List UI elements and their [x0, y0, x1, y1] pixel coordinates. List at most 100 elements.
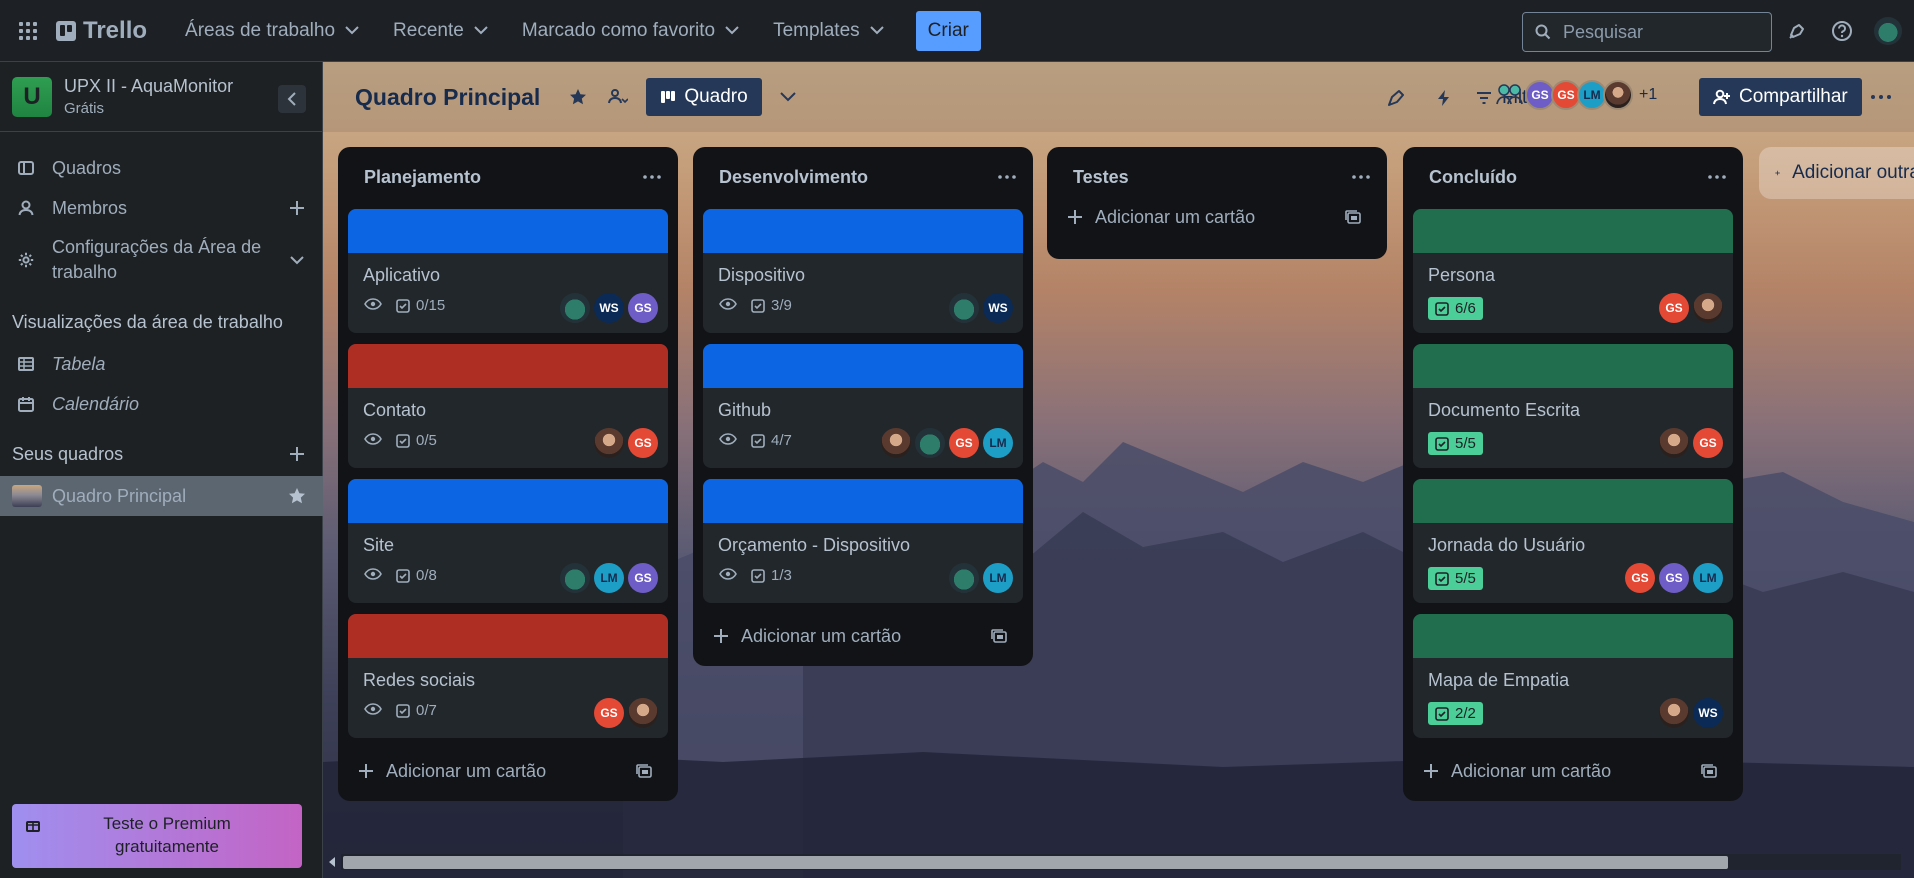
chevron-down-icon[interactable] [287, 250, 307, 270]
member-avatar-ws[interactable]: WS [594, 293, 624, 323]
member-avatar-gs2[interactable]: GS [1625, 563, 1655, 593]
member-avatar-photo[interactable] [1603, 80, 1633, 110]
create-from-template-icon[interactable] [1345, 208, 1363, 226]
add-card-button[interactable]: Adicionar um cartão [1413, 753, 1733, 789]
member-avatar-gs[interactable]: GS [1659, 563, 1689, 593]
search-input[interactable]: Pesquisar [1522, 12, 1772, 52]
member-avatar-photo[interactable] [881, 428, 911, 458]
sidebar-item-workspace-settings[interactable]: Configurações da Área de trabalho [0, 232, 323, 288]
member-avatar-gs[interactable]: GS [628, 563, 658, 593]
list-menu-more-icon[interactable] [640, 165, 664, 189]
card-mapa-de-empatia[interactable]: Mapa de Empatia 2/2 WS [1413, 614, 1733, 738]
board-menu-more-icon[interactable] [1865, 81, 1897, 113]
notifications-bell-icon[interactable] [1785, 19, 1809, 43]
views-chevron-down-icon[interactable] [772, 81, 804, 113]
add-card-button[interactable]: Adicionar um cartão [348, 753, 668, 789]
create-from-template-icon[interactable] [991, 627, 1009, 645]
try-premium-button[interactable]: Teste o Premium gratuitamente [12, 804, 302, 868]
card-github[interactable]: Github 4/7 GS LM [703, 344, 1023, 468]
board-title[interactable]: Quadro Principal [355, 84, 540, 111]
account-avatar[interactable] [1874, 17, 1902, 45]
member-avatar-gs2[interactable]: GS [949, 428, 979, 458]
member-avatar-frog[interactable] [949, 563, 979, 593]
list-title[interactable]: Concluído [1429, 167, 1517, 188]
member-avatar-photo[interactable] [1659, 698, 1689, 728]
sidebar-item-label: Configurações da Área de trabalho [52, 236, 262, 282]
star-board-icon[interactable] [562, 81, 594, 113]
card-jornada-do-usuario[interactable]: Jornada do Usuário 5/5 GS GS LM [1413, 479, 1733, 603]
member-avatar-frog[interactable] [949, 293, 979, 323]
power-ups-rocket-icon[interactable] [1380, 82, 1412, 114]
list-menu-more-icon[interactable] [995, 165, 1019, 189]
member-avatar-lm[interactable]: LM [983, 563, 1013, 593]
member-avatar-lm[interactable]: LM [594, 563, 624, 593]
list-testes[interactable]: Testes Adicionar um cartão [1047, 147, 1387, 259]
help-icon[interactable] [1830, 19, 1854, 43]
member-avatar-photo[interactable] [1659, 428, 1689, 458]
card-contato[interactable]: Contato 0/5 GS [348, 344, 668, 468]
card-persona[interactable]: Persona 6/6 GS [1413, 209, 1733, 333]
sidebar-item-boards[interactable]: Quadros [0, 148, 323, 188]
card-orcamento-dispositivo[interactable]: Orçamento - Dispositivo 1/3 LM [703, 479, 1023, 603]
member-avatar-photo[interactable] [628, 698, 658, 728]
team-members-icon[interactable] [1493, 80, 1527, 110]
member-avatar-frog[interactable] [915, 428, 945, 458]
member-avatar-ws[interactable]: WS [1693, 698, 1723, 728]
card-aplicativo[interactable]: Aplicativo 0/15 WS GS [348, 209, 668, 333]
member-avatar-gs2[interactable]: GS [594, 698, 624, 728]
add-member-plus-icon[interactable] [287, 198, 307, 218]
extra-members-count[interactable]: +1 [1639, 86, 1657, 104]
trello-logo[interactable]: Trello [56, 17, 147, 45]
add-board-plus-icon[interactable] [287, 444, 307, 464]
collapse-sidebar-button[interactable] [278, 85, 306, 113]
member-avatar-gs2[interactable]: GS [1693, 428, 1723, 458]
member-avatar-photo[interactable] [594, 428, 624, 458]
list-desenvolvimento[interactable]: Desenvolvimento Dispositivo 3/9 WS Github 4/7… [693, 147, 1033, 666]
list-title[interactable]: Desenvolvimento [719, 167, 868, 188]
member-avatar-lm[interactable]: LM [983, 428, 1013, 458]
visibility-workspace-icon[interactable] [602, 81, 634, 113]
member-avatar-ws[interactable]: WS [983, 293, 1013, 323]
member-avatar-frog[interactable] [560, 293, 590, 323]
share-button[interactable]: Compartilhar [1699, 78, 1862, 116]
card-dispositivo[interactable]: Dispositivo 3/9 WS [703, 209, 1023, 333]
sidebar-board-quadro-principal[interactable]: Quadro Principal [0, 476, 323, 516]
nav-starred-menu[interactable]: Marcado como favorito [510, 12, 751, 50]
sidebar-item-calendar-view[interactable]: Calendário [0, 384, 323, 424]
list-concluido[interactable]: Concluído Persona 6/6 GS Documento Escrita 5/… [1403, 147, 1743, 801]
nav-templates-menu[interactable]: Templates [761, 12, 896, 50]
nav-workspaces-menu[interactable]: Áreas de trabalho [173, 12, 371, 50]
list-menu-more-icon[interactable] [1349, 165, 1373, 189]
app-switcher-icon[interactable] [14, 17, 42, 45]
workspace-name[interactable]: UPX II - AquaMonitor [64, 76, 233, 97]
member-avatar-lm[interactable]: LM [1693, 563, 1723, 593]
create-button[interactable]: Criar [915, 10, 981, 51]
list-planejamento[interactable]: Planejamento Aplicativo 0/15 WS GS Contato 0/5… [338, 147, 678, 801]
scrollbar-thumb[interactable] [343, 856, 1728, 869]
create-from-template-icon[interactable] [1701, 762, 1719, 780]
sidebar-item-members[interactable]: Membros [0, 188, 323, 228]
card-redes-sociais[interactable]: Redes sociais 0/7 GS [348, 614, 668, 738]
list-title[interactable]: Testes [1073, 167, 1129, 188]
horizontal-scrollbar[interactable] [323, 852, 1914, 872]
member-avatar-gs2[interactable]: GS [628, 428, 658, 458]
star-icon[interactable] [287, 486, 307, 506]
add-card-button[interactable]: Adicionar um cartão [703, 618, 1023, 654]
card-documento-escrita[interactable]: Documento Escrita 5/5 GS [1413, 344, 1733, 468]
add-list-button[interactable]: Adicionar outra lista [1759, 147, 1914, 199]
sidebar-item-table-view[interactable]: Tabela [0, 344, 323, 384]
list-menu-more-icon[interactable] [1705, 165, 1729, 189]
list-title[interactable]: Planejamento [364, 167, 481, 188]
add-card-button[interactable]: Adicionar um cartão [1057, 199, 1377, 235]
automation-lightning-icon[interactable] [1428, 82, 1460, 114]
member-avatar-frog[interactable] [560, 563, 590, 593]
member-avatar-photo[interactable] [1693, 293, 1723, 323]
member-avatar-gs[interactable]: GS [628, 293, 658, 323]
member-avatar-gs2[interactable]: GS [1659, 293, 1689, 323]
board-view-button[interactable]: Quadro [646, 78, 762, 116]
card-members: WS [949, 293, 1013, 323]
card-site[interactable]: Site 0/8 LM GS [348, 479, 668, 603]
nav-recent-menu[interactable]: Recente [381, 12, 500, 50]
create-from-template-icon[interactable] [636, 762, 654, 780]
scroll-left-arrow-icon[interactable] [329, 857, 335, 867]
